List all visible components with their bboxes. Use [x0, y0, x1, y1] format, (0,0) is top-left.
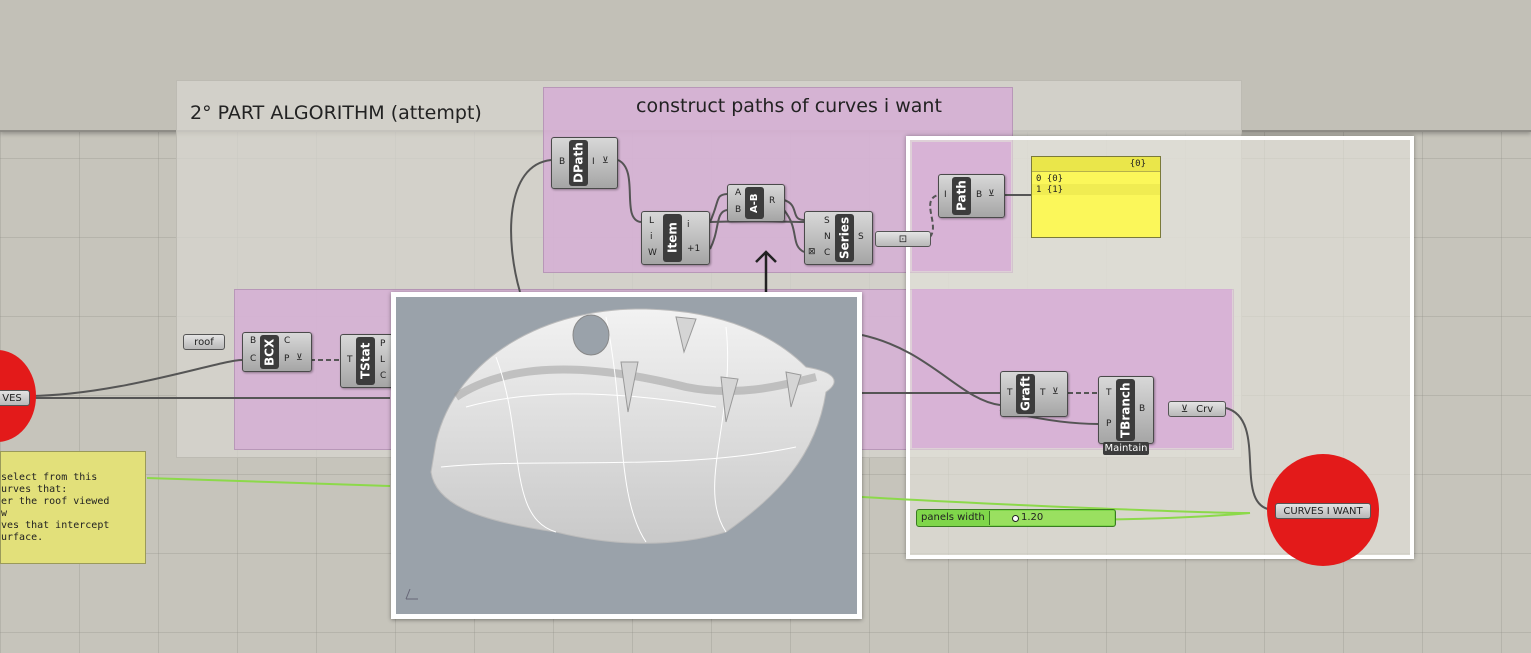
graft-label: Graft — [1016, 374, 1035, 414]
series-in-c: C — [824, 248, 831, 258]
panel-header: {0} — [1032, 157, 1160, 172]
note-line: ves that intercept — [1, 520, 110, 531]
graft-component[interactable]: T Graft T ⊻ — [1000, 371, 1068, 417]
description-note[interactable]: select from this urves that: er the roof… — [0, 451, 146, 564]
path-out-b: B — [976, 190, 983, 200]
series-in-n: N — [824, 232, 831, 242]
tbranch-in-t: T — [1106, 388, 1112, 398]
tstat-out-c: C — [380, 371, 387, 381]
slider-track — [989, 511, 1114, 525]
tstat-out-p: P — [380, 339, 386, 349]
curves-param[interactable]: VES — [0, 390, 30, 406]
panels-width-slider[interactable]: panels width 1.20 — [916, 509, 1116, 527]
item-out-plus1: +1 — [687, 244, 701, 254]
slider-value: 1.20 — [1021, 512, 1044, 523]
tbranch-in-p: P — [1106, 419, 1112, 429]
bcx-out-p: P — [284, 354, 290, 364]
series-out-s: S — [858, 232, 864, 242]
item-in-l: L — [649, 216, 655, 226]
rhino-viewport — [391, 292, 862, 619]
bcx-component[interactable]: B C BCX C P ⊻ — [242, 332, 312, 372]
flatten-icon: ⊻ — [1180, 403, 1189, 415]
dpath-label: DPath — [569, 140, 588, 186]
bcx-in-b: B — [250, 336, 257, 346]
curves-i-want-param[interactable]: CURVES I WANT — [1275, 503, 1371, 519]
item-component[interactable]: L i W Item i +1 — [641, 211, 710, 265]
subtraction-component[interactable]: A B A-B R — [727, 184, 785, 222]
slider-grip[interactable] — [1012, 515, 1019, 522]
series-in-s: S — [824, 216, 830, 226]
item-label: Item — [663, 214, 682, 262]
series-relay-pill[interactable]: ⊡ — [875, 231, 931, 247]
dpath-component[interactable]: B DPath I ⊻ — [551, 137, 618, 189]
tbranch-component[interactable]: T P TBranch B — [1098, 376, 1154, 444]
tstat-component[interactable]: T TStat P L C — [340, 334, 397, 388]
tstat-out-l: L — [380, 355, 386, 365]
crv-param[interactable]: ⊻ Crv — [1168, 401, 1226, 417]
bcx-label: BCX — [260, 335, 279, 369]
graft-graft-icon: ⊻ — [1052, 387, 1059, 397]
path-label: Path — [952, 177, 971, 215]
note-line: urface. — [1, 532, 44, 543]
item-out-i: i — [687, 220, 690, 230]
bcx-in-c: C — [250, 354, 257, 364]
ab-label: A-B — [745, 187, 764, 219]
note-line: urves that: — [1, 484, 68, 495]
crv-label: Crv — [1196, 403, 1214, 415]
dpath-flatten-icon: ⊻ — [602, 156, 609, 166]
path-in-i: I — [944, 190, 947, 200]
tbranch-out-b: B — [1139, 404, 1146, 414]
ab-in-a: A — [735, 188, 742, 198]
bcx-graft-icon: ⊻ — [296, 353, 303, 363]
dpath-in-b: B — [559, 157, 566, 167]
tstat-label: TStat — [356, 337, 375, 385]
graft-in-t: T — [1007, 388, 1013, 398]
path-flatten-icon: ⊻ — [988, 189, 995, 199]
item-in-i: i — [650, 232, 653, 242]
tbranch-mode-label: Maintain — [1103, 442, 1149, 455]
graft-out-t: T — [1040, 388, 1046, 398]
note-line: select from this — [1, 472, 98, 483]
series-graft-icon: ⊠ — [808, 247, 816, 257]
tstat-in-t: T — [347, 355, 353, 365]
note-line: er the roof viewed — [1, 496, 110, 507]
panel-row: 0 {0} — [1036, 174, 1064, 184]
panel-row: 1 {1} — [1032, 184, 1160, 195]
item-in-w: W — [648, 248, 657, 258]
note-line: w — [1, 508, 8, 519]
roof-param[interactable]: roof — [183, 334, 225, 350]
relay-icon: ⊡ — [898, 233, 908, 245]
slider-label: panels width — [921, 512, 985, 523]
bcx-out-c: C — [284, 336, 291, 346]
roof-model-image — [405, 308, 835, 600]
ab-in-b: B — [735, 205, 742, 215]
series-label: Series — [835, 214, 854, 262]
tbranch-label: TBranch — [1116, 379, 1135, 441]
series-component[interactable]: S N C ⊠ Series S — [804, 211, 873, 265]
data-panel[interactable]: {0} 0 {0} 1 {1} — [1031, 156, 1161, 238]
path-component[interactable]: I Path B ⊻ — [938, 174, 1005, 218]
dpath-out-i: I — [592, 157, 595, 167]
ab-out-r: R — [769, 196, 776, 206]
